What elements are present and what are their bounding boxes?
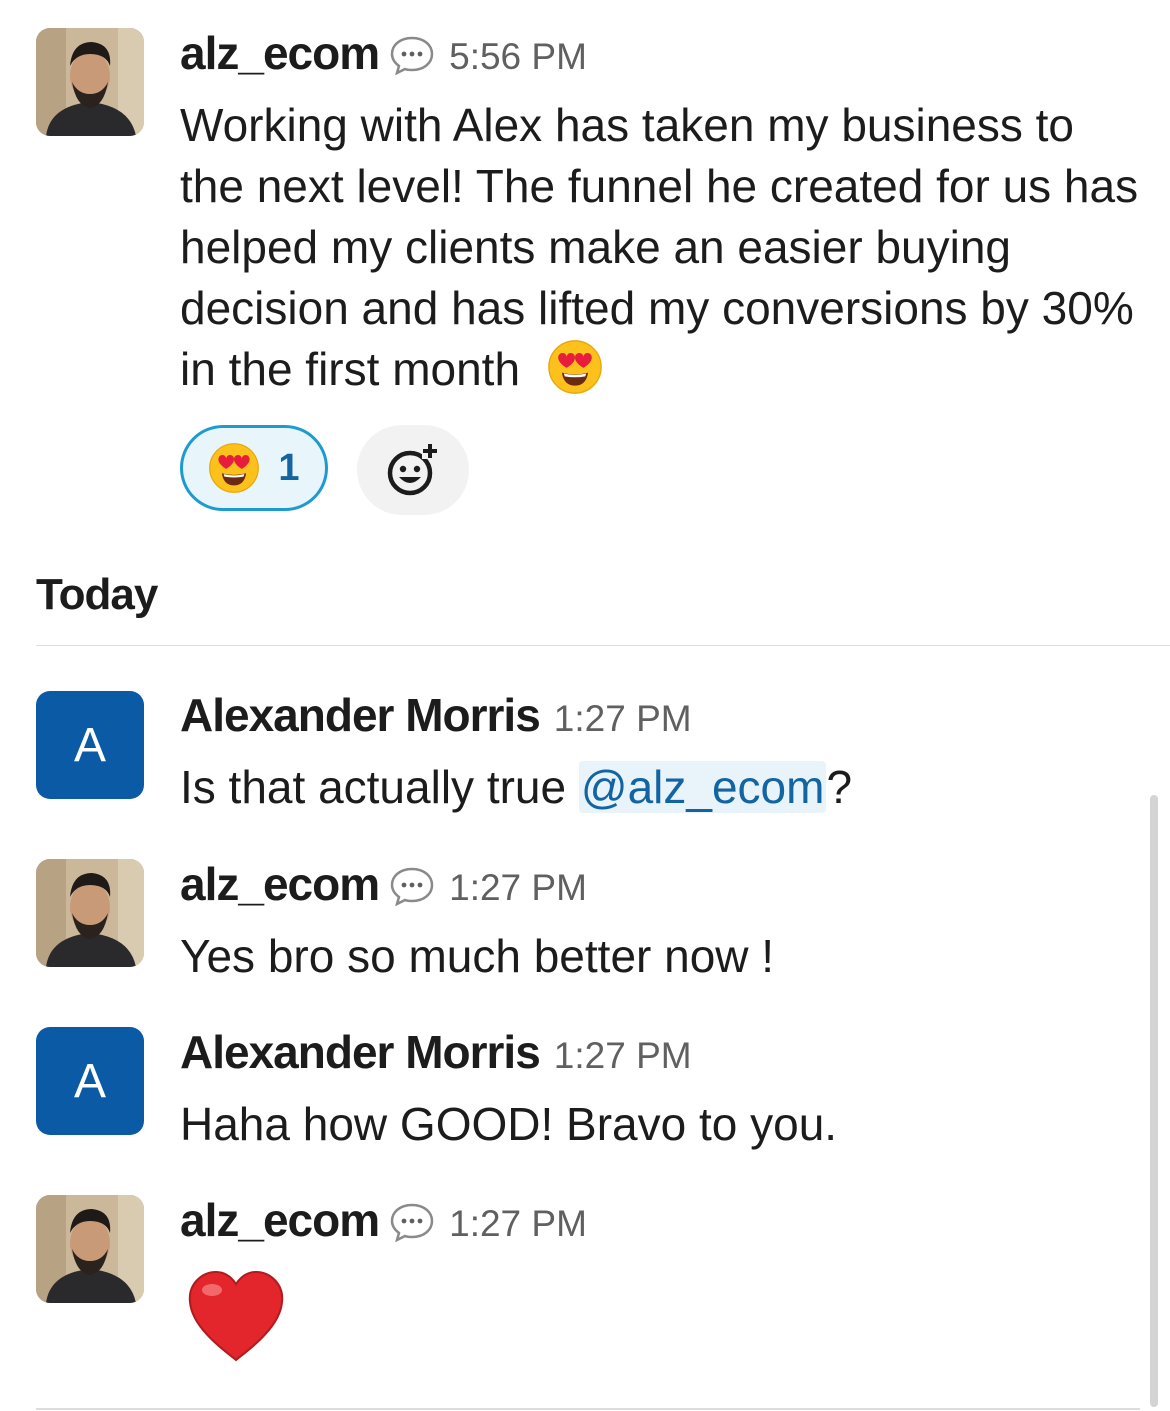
red-heart-emoji-icon bbox=[186, 1270, 286, 1364]
avatar[interactable]: A bbox=[36, 1027, 144, 1135]
timestamp[interactable]: 1:27 PM bbox=[554, 1035, 692, 1077]
author-name[interactable]: alz_ecom bbox=[180, 1193, 380, 1247]
message-text: Yes bro so much better now ! bbox=[180, 930, 775, 982]
author-name[interactable]: alz_ecom bbox=[180, 26, 380, 80]
message-body: Working with Alex has taken my business … bbox=[180, 95, 1150, 400]
message-header: alz_ecom 1:27 PM bbox=[180, 1193, 587, 1253]
reaction-heart-eyes-button[interactable]: 1 bbox=[180, 425, 328, 511]
add-reaction-icon bbox=[387, 443, 438, 496]
heart-eyes-emoji-icon bbox=[547, 339, 603, 395]
status-bubble-icon bbox=[389, 35, 435, 75]
reaction-count: 1 bbox=[278, 446, 300, 489]
avatar[interactable] bbox=[36, 859, 144, 967]
message-body bbox=[180, 1270, 1150, 1379]
user-mention-link[interactable]: @alz_ecom bbox=[578, 761, 827, 813]
message-header: alz_ecom 5:56 PM bbox=[180, 26, 587, 86]
bottom-divider bbox=[36, 1408, 1140, 1410]
message-header: Alexander Morris 1:27 PM bbox=[180, 1025, 692, 1085]
author-name[interactable]: Alexander Morris bbox=[180, 688, 541, 742]
avatar-letter: A bbox=[73, 718, 106, 772]
day-divider-label: Today bbox=[36, 570, 158, 619]
message-header: Alexander Morris 1:27 PM bbox=[180, 688, 692, 748]
message-body: Is that actually true @alz_ecom? bbox=[180, 757, 1150, 818]
timestamp[interactable]: 1:27 PM bbox=[554, 698, 692, 740]
message-body: Haha how GOOD! Bravo to you. bbox=[180, 1094, 1150, 1155]
avatar-letter: A bbox=[73, 1054, 106, 1108]
avatar-photo-icon bbox=[36, 1195, 144, 1303]
message-body: Yes bro so much better now ! bbox=[180, 926, 1150, 987]
timestamp[interactable]: 1:27 PM bbox=[449, 867, 587, 909]
avatar[interactable] bbox=[36, 28, 144, 136]
timestamp[interactable]: 1:27 PM bbox=[449, 1203, 587, 1245]
message-text: Haha how GOOD! Bravo to you. bbox=[180, 1098, 838, 1150]
status-bubble-icon bbox=[389, 1202, 435, 1242]
day-divider-line bbox=[36, 645, 1170, 646]
message-text: Working with Alex has taken my business … bbox=[180, 99, 1139, 395]
message-text: Is that actually true bbox=[180, 761, 579, 813]
add-reaction-button[interactable] bbox=[357, 425, 469, 515]
author-name[interactable]: Alexander Morris bbox=[180, 1025, 541, 1079]
scrollbar[interactable] bbox=[1150, 795, 1158, 1407]
heart-eyes-emoji-icon bbox=[208, 442, 260, 494]
avatar[interactable] bbox=[36, 1195, 144, 1303]
avatar-photo-icon bbox=[36, 28, 144, 136]
author-name[interactable]: alz_ecom bbox=[180, 857, 380, 911]
avatar[interactable]: A bbox=[36, 691, 144, 799]
avatar-photo-icon bbox=[36, 859, 144, 967]
timestamp[interactable]: 5:56 PM bbox=[449, 36, 587, 78]
status-bubble-icon bbox=[389, 866, 435, 906]
message-text-end: ? bbox=[826, 761, 853, 813]
message-header: alz_ecom 1:27 PM bbox=[180, 857, 587, 917]
